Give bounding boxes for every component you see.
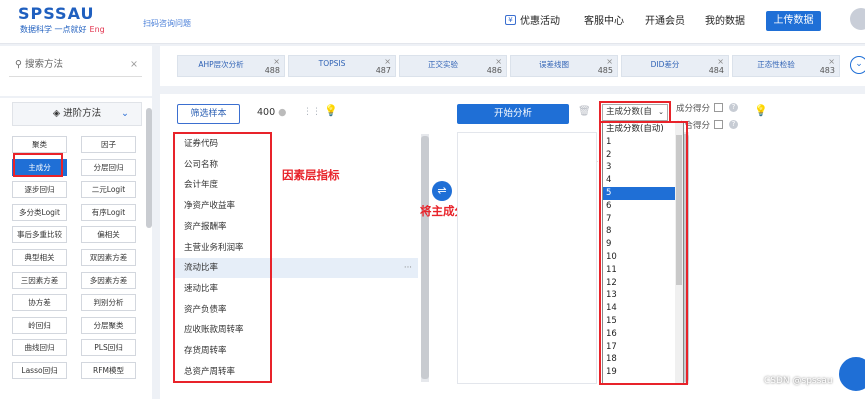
- help-icon[interactable]: ?: [729, 120, 739, 129]
- component-score-checkbox[interactable]: [714, 103, 724, 112]
- bulb-icon[interactable]: 💡: [754, 104, 768, 117]
- analysis-drop-area[interactable]: [457, 132, 597, 384]
- component-score-label: 成分得分: [676, 103, 711, 114]
- help-icon[interactable]: ?: [729, 103, 739, 112]
- highlight-box-select: [599, 101, 671, 123]
- trash-icon[interactable]: 🗑: [578, 106, 591, 117]
- watermark: CSDN @spssau: [764, 376, 833, 386]
- highlight-box-dropdown: [599, 121, 688, 385]
- composite-score-checkbox[interactable]: [714, 120, 724, 129]
- annotation-arrow: [527, 161, 598, 197]
- start-analysis-button[interactable]: 开始分析: [457, 104, 569, 124]
